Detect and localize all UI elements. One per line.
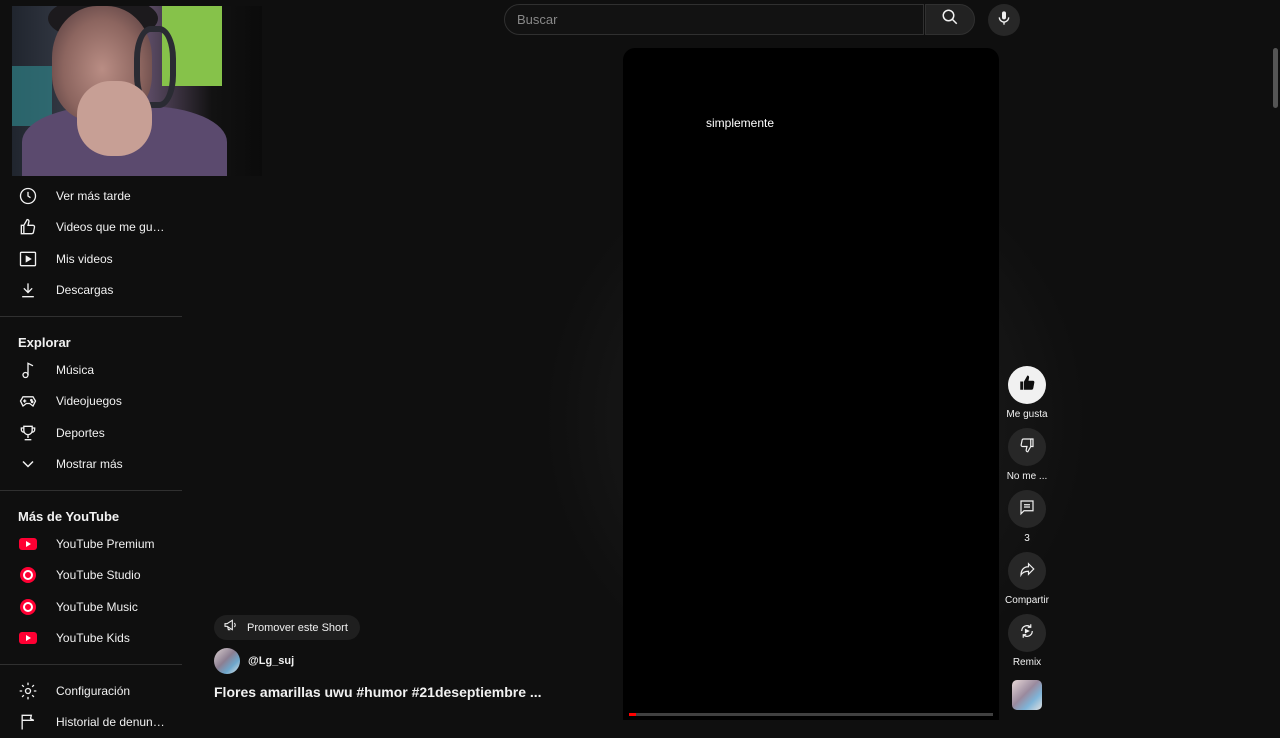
sidebar-item-label: YouTube Music	[56, 600, 138, 614]
video-progress-fill	[629, 713, 636, 716]
sidebar-item-report-history[interactable]: Historial de denunc...	[0, 707, 182, 738]
gamepad-icon	[18, 391, 38, 411]
download-icon	[18, 280, 38, 300]
share-arrow-icon	[1018, 560, 1036, 583]
comments-button[interactable]	[1008, 490, 1046, 528]
thumbs-up-icon	[18, 217, 38, 237]
sound-action	[1002, 676, 1052, 710]
like-action: Me gusta	[1002, 366, 1052, 420]
gear-icon	[18, 681, 38, 701]
trophy-icon	[18, 423, 38, 443]
sidebar-item-watch-later[interactable]: Ver más tarde	[0, 180, 182, 212]
sidebar-item-youtube-studio[interactable]: YouTube Studio	[0, 560, 182, 592]
play-square-icon	[18, 249, 38, 269]
comments-count: 3	[1024, 533, 1030, 544]
sidebar-item-label: YouTube Studio	[56, 568, 141, 582]
sidebar-divider	[0, 316, 182, 317]
short-actions: Me gusta No me ... 3 Compartir	[1002, 366, 1052, 718]
search-button[interactable]	[925, 4, 975, 35]
sidebar-item-label: Mis videos	[56, 252, 113, 266]
avatar[interactable]	[214, 648, 240, 674]
share-action: Compartir	[1002, 552, 1052, 606]
sidebar-item-label: Música	[56, 363, 94, 377]
sidebar-item-label: Mostrar más	[56, 457, 123, 471]
more-from-youtube-title: Más de YouTube	[0, 501, 182, 528]
sidebar-item-liked-videos[interactable]: Videos que me gus...	[0, 212, 182, 244]
music-note-icon	[18, 360, 38, 380]
share-button[interactable]	[1008, 552, 1046, 590]
youtube-premium-icon	[18, 534, 38, 554]
sidebar-item-youtube-kids[interactable]: YouTube Kids	[0, 623, 182, 655]
sidebar-item-gaming[interactable]: Videojuegos	[0, 386, 182, 418]
comment-icon	[1018, 498, 1036, 521]
flag-icon	[18, 712, 38, 732]
short-title[interactable]: Flores amarillas uwu #humor #21deseptiem…	[214, 684, 542, 700]
youtube-kids-icon	[18, 628, 38, 648]
video-caption-text: simplemente	[706, 116, 774, 130]
webcam-person-hand	[77, 81, 152, 156]
dislike-action: No me ...	[1002, 428, 1052, 482]
sidebar-item-label: Historial de denunc...	[56, 715, 166, 729]
search-bar	[504, 4, 974, 35]
sidebar-item-label: Videos que me gus...	[56, 220, 166, 234]
thumbs-up-icon	[1018, 374, 1036, 397]
video-progress-bar[interactable]	[629, 713, 993, 716]
sidebar-divider	[0, 664, 182, 665]
voice-search-button[interactable]	[988, 4, 1020, 36]
search-input[interactable]	[504, 4, 924, 35]
sidebar: Ver más tarde Videos que me gus... Mis v…	[0, 180, 182, 738]
short-video-player[interactable]: simplemente	[623, 48, 999, 720]
dislike-label: No me ...	[1007, 471, 1048, 482]
thumbs-down-icon	[1018, 436, 1036, 459]
remix-icon	[1018, 622, 1036, 645]
like-label: Me gusta	[1006, 409, 1047, 420]
youtube-music-icon	[18, 597, 38, 617]
sidebar-item-sports[interactable]: Deportes	[0, 417, 182, 449]
page-scrollbar[interactable]	[1273, 48, 1278, 108]
sidebar-item-label: YouTube Kids	[56, 631, 130, 645]
sidebar-item-show-more[interactable]: Mostrar más	[0, 449, 182, 481]
sidebar-item-youtube-premium[interactable]: YouTube Premium	[0, 528, 182, 560]
sidebar-item-label: Descargas	[56, 283, 113, 297]
explore-section-title: Explorar	[0, 327, 182, 354]
sidebar-item-youtube-music[interactable]: YouTube Music	[0, 591, 182, 623]
search-icon	[941, 8, 959, 31]
microphone-icon	[996, 10, 1012, 31]
chevron-down-icon	[18, 454, 38, 474]
comments-action: 3	[1002, 490, 1052, 544]
share-label: Compartir	[1005, 595, 1049, 606]
megaphone-icon	[222, 617, 240, 638]
sidebar-item-downloads[interactable]: Descargas	[0, 275, 182, 307]
remix-action: Remix	[1002, 614, 1052, 668]
sidebar-item-my-videos[interactable]: Mis videos	[0, 243, 182, 275]
like-button[interactable]	[1008, 366, 1046, 404]
sidebar-item-settings[interactable]: Configuración	[0, 675, 182, 707]
sidebar-item-label: Ver más tarde	[56, 189, 131, 203]
remix-button[interactable]	[1008, 614, 1046, 652]
webcam-overlay	[12, 6, 262, 176]
sidebar-item-label: Configuración	[56, 684, 130, 698]
sidebar-divider	[0, 490, 182, 491]
channel-info[interactable]: @Lg_suj	[214, 648, 294, 674]
sidebar-item-label: Videojuegos	[56, 394, 122, 408]
sidebar-item-label: Deportes	[56, 426, 105, 440]
sidebar-item-music[interactable]: Música	[0, 354, 182, 386]
clock-icon	[18, 186, 38, 206]
sound-thumbnail[interactable]	[1012, 680, 1042, 710]
promote-short-button[interactable]: Promover este Short	[214, 615, 360, 640]
sidebar-item-label: YouTube Premium	[56, 537, 155, 551]
remix-label: Remix	[1013, 657, 1041, 668]
youtube-studio-icon	[18, 565, 38, 585]
channel-handle[interactable]: @Lg_suj	[248, 655, 294, 667]
promote-short-label: Promover este Short	[247, 622, 348, 634]
dislike-button[interactable]	[1008, 428, 1046, 466]
